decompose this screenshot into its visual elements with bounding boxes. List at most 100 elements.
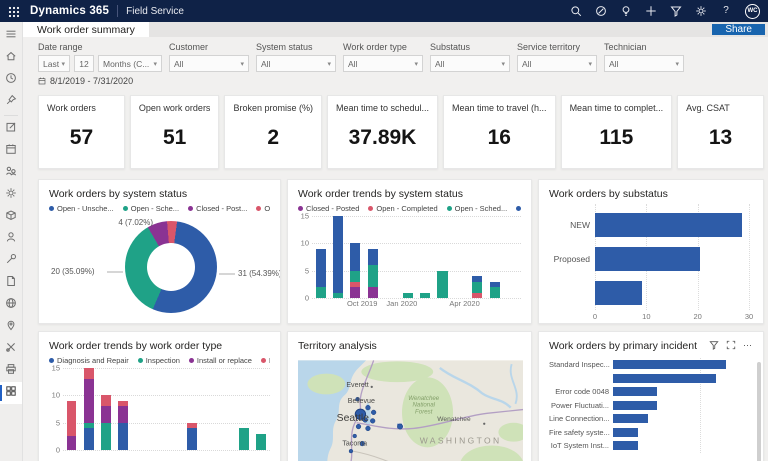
legend-item[interactable]: Open - Unsche... xyxy=(49,204,114,213)
legend-item[interactable]: Open - C... xyxy=(256,204,270,213)
sidebar-item-field-tools[interactable] xyxy=(0,250,22,272)
add-icon[interactable] xyxy=(645,5,657,17)
brand-title[interactable]: Dynamics 365 xyxy=(30,5,109,17)
kpi-card-mean-time-to-complet[interactable]: Mean time to complet... 115 xyxy=(561,95,673,169)
map-data-point[interactable] xyxy=(366,405,371,410)
share-button[interactable]: Share xyxy=(712,24,765,35)
lightbulb-icon[interactable] xyxy=(620,5,632,17)
filter-icon[interactable] xyxy=(670,5,682,17)
filter-icon[interactable] xyxy=(709,340,719,350)
legend-item[interactable]: Diagnosis and Repair xyxy=(49,356,129,365)
stacked-bar[interactable] xyxy=(84,368,94,450)
legend-item[interactable]: Open - Sche... xyxy=(123,204,179,213)
stacked-bar[interactable] xyxy=(316,249,326,298)
kpi-card-broken-promise[interactable]: Broken promise (%) 2 xyxy=(224,95,322,169)
settings-gear-icon[interactable] xyxy=(695,5,707,17)
legend-item[interactable]: Open - Unsc... xyxy=(516,204,521,213)
filter-select[interactable]: All▾ xyxy=(430,55,510,72)
tab-work-order-summary[interactable]: Work order summary xyxy=(23,22,149,37)
sidebar-item-documents[interactable] xyxy=(0,272,22,294)
map-data-point[interactable] xyxy=(370,419,375,424)
sidebar-item-assets[interactable] xyxy=(0,206,22,228)
sidebar-item-resources[interactable] xyxy=(0,162,22,184)
kpi-card-mean-time-to-travel-h[interactable]: Mean time to travel (h... 16 xyxy=(443,95,556,169)
filter-select[interactable]: All▾ xyxy=(517,55,597,72)
more-options-icon[interactable]: ⋯ xyxy=(743,342,753,348)
sidebar-item-menu[interactable] xyxy=(0,25,22,47)
sidebar-item-settings[interactable] xyxy=(0,184,22,206)
stacked-bar[interactable] xyxy=(472,276,482,298)
bar[interactable] xyxy=(595,281,642,305)
filter-customer: Customer All▾ xyxy=(169,42,249,86)
sidebar-item-home[interactable] xyxy=(0,47,22,69)
kpi-card-avg-csat[interactable]: Avg. CSAT 13 xyxy=(677,95,764,169)
bar[interactable] xyxy=(613,360,726,369)
app-name[interactable]: Field Service xyxy=(126,6,184,17)
bar[interactable] xyxy=(595,247,700,271)
sidebar-item-calendar[interactable] xyxy=(0,140,22,162)
map-data-point[interactable] xyxy=(397,424,402,429)
stacked-bar[interactable] xyxy=(437,271,447,298)
scrollbar[interactable] xyxy=(757,362,761,461)
bar[interactable] xyxy=(613,441,638,450)
focus-mode-icon[interactable] xyxy=(726,340,736,350)
sidebar-item-recent[interactable] xyxy=(0,69,22,91)
bar-segment xyxy=(316,249,326,287)
legend-item[interactable]: Closed - Post... xyxy=(188,204,247,213)
legend-item[interactable]: Open - Completed xyxy=(368,204,437,213)
legend-item[interactable]: Preventative Mai... xyxy=(261,356,270,365)
territory-map[interactable]: EverettBellevueSeattleTacomaWenatcheeNat… xyxy=(298,356,523,461)
stacked-bar[interactable] xyxy=(490,282,500,298)
map-canvas[interactable]: EverettBellevueSeattleTacomaWenatcheeNat… xyxy=(298,356,523,461)
teams-compass-icon[interactable] xyxy=(595,5,607,17)
filter-select[interactable]: All▾ xyxy=(343,55,423,72)
map-data-point[interactable] xyxy=(371,410,376,415)
legend-item[interactable]: Open - Sched... xyxy=(447,204,508,213)
stacked-bar[interactable] xyxy=(118,401,128,450)
search-icon[interactable] xyxy=(570,5,582,17)
map-data-point[interactable] xyxy=(349,449,353,453)
stacked-bar[interactable] xyxy=(333,216,343,298)
stacked-bar[interactable] xyxy=(368,249,378,298)
user-avatar[interactable]: WC xyxy=(745,4,760,19)
stacked-bar[interactable] xyxy=(350,243,360,298)
sidebar-item-create-note[interactable] xyxy=(0,118,22,140)
sidebar-item-dashboards[interactable] xyxy=(0,382,22,404)
chevron-down-icon: ▾ xyxy=(153,60,157,68)
stacked-bar[interactable] xyxy=(239,428,249,450)
stacked-bar[interactable] xyxy=(256,434,266,450)
kpi-card-work-orders[interactable]: Work orders 57 xyxy=(38,95,125,169)
assets-icon xyxy=(5,208,17,226)
bar[interactable] xyxy=(595,213,742,237)
filter-select[interactable]: All▾ xyxy=(604,55,684,72)
legend-item[interactable]: Install or replace xyxy=(189,356,252,365)
bar[interactable] xyxy=(613,374,716,383)
filter-select[interactable]: All▾ xyxy=(256,55,336,72)
donut-slices[interactable] xyxy=(125,221,217,313)
date-range-unit-select[interactable]: Months (C...▾ xyxy=(98,55,162,72)
sidebar-item-service-tasks[interactable] xyxy=(0,338,22,360)
bar[interactable] xyxy=(613,387,657,396)
kpi-card-open-work-orders[interactable]: Open work orders 51 xyxy=(130,95,220,169)
date-range-mode-select[interactable]: Last▾ xyxy=(38,55,70,72)
sidebar-item-products[interactable] xyxy=(0,294,22,316)
bar[interactable] xyxy=(613,401,657,410)
map-data-point[interactable] xyxy=(353,434,357,438)
sidebar-item-contacts[interactable] xyxy=(0,228,22,250)
bar[interactable] xyxy=(613,414,648,423)
sidebar-item-pinned[interactable] xyxy=(0,91,22,113)
filter-select[interactable]: All▾ xyxy=(169,55,249,72)
bar[interactable] xyxy=(613,428,638,437)
sidebar-item-print[interactable] xyxy=(0,360,22,382)
stacked-bar[interactable] xyxy=(67,401,77,450)
stacked-bar[interactable] xyxy=(101,395,111,450)
help-icon[interactable]: ? xyxy=(720,5,732,17)
map-data-point[interactable] xyxy=(356,424,361,429)
waffle-menu-icon[interactable] xyxy=(8,5,20,17)
date-range-count-input[interactable]: 12 xyxy=(74,55,94,72)
map-data-point[interactable] xyxy=(366,426,371,431)
stacked-bar[interactable] xyxy=(187,423,197,450)
legend-item[interactable]: Inspection xyxy=(138,356,180,365)
kpi-card-mean-time-to-schedul[interactable]: Mean time to schedul... 37.89K xyxy=(327,95,438,169)
sidebar-item-territories[interactable] xyxy=(0,316,22,338)
